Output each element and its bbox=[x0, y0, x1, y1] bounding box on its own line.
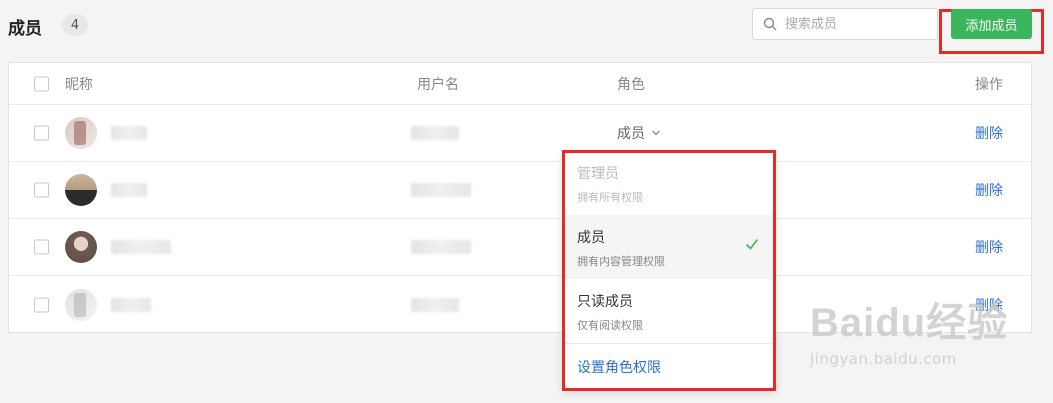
role-select[interactable]: 成员 bbox=[617, 123, 661, 143]
member-count-badge: 4 bbox=[62, 14, 88, 36]
delete-link[interactable]: 删除 bbox=[975, 295, 1003, 315]
role-option-title: 只读成员 bbox=[577, 294, 633, 310]
select-all-checkbox[interactable] bbox=[34, 76, 49, 91]
blurred-nickname bbox=[111, 126, 147, 140]
delete-link[interactable]: 删除 bbox=[975, 180, 1003, 200]
page-title: 成员 bbox=[8, 19, 42, 39]
column-header-nickname: 昵称 bbox=[65, 76, 93, 93]
avatar bbox=[65, 288, 97, 321]
avatar bbox=[65, 174, 97, 206]
blurred-nickname bbox=[111, 297, 151, 312]
watermark-url: jingyan.baidu.com bbox=[810, 350, 957, 368]
blurred-nickname bbox=[111, 183, 147, 197]
column-header-username: 用户名 bbox=[417, 76, 459, 93]
column-header-role: 角色 bbox=[617, 76, 645, 93]
row-checkbox[interactable] bbox=[34, 297, 49, 312]
role-option-desc: 拥有内容管理权限 bbox=[577, 255, 665, 268]
table-row: 成员 删除 bbox=[9, 105, 1031, 162]
table-row: 删除 bbox=[9, 219, 1031, 276]
role-option-desc: 拥有所有权限 bbox=[577, 191, 643, 204]
row-checkbox[interactable] bbox=[34, 125, 49, 141]
blurred-username bbox=[411, 297, 459, 312]
role-option-title: 成员 bbox=[577, 230, 605, 246]
role-option-readonly[interactable]: 只读成员 仅有阅读权限 bbox=[565, 279, 773, 341]
search-input[interactable] bbox=[785, 16, 925, 32]
table-header-row: 昵称 用户名 角色 操作 bbox=[9, 63, 1031, 105]
avatar bbox=[65, 117, 97, 149]
page-header: 成员 4 添加成员 bbox=[8, 0, 1045, 54]
column-header-action: 操作 bbox=[975, 76, 1003, 93]
add-member-button[interactable]: 添加成员 bbox=[951, 9, 1032, 39]
table-row: 删除 bbox=[9, 276, 1031, 333]
delete-link[interactable]: 删除 bbox=[975, 123, 1003, 143]
role-dropdown-menu: 管理员 拥有所有权限 成员 拥有内容管理权限 只读成员 仅有阅读权限 设置角色权… bbox=[562, 150, 776, 391]
blurred-username bbox=[411, 126, 459, 140]
role-option-member[interactable]: 成员 拥有内容管理权限 bbox=[565, 215, 773, 279]
role-option-desc: 仅有阅读权限 bbox=[577, 319, 643, 332]
search-icon bbox=[763, 17, 777, 31]
delete-link[interactable]: 删除 bbox=[975, 237, 1003, 257]
blurred-username bbox=[411, 240, 471, 254]
role-option-title: 管理员 bbox=[577, 166, 619, 182]
blurred-nickname bbox=[111, 240, 171, 254]
avatar bbox=[65, 231, 97, 263]
role-option-admin[interactable]: 管理员 拥有所有权限 bbox=[565, 163, 773, 217]
chevron-down-icon bbox=[652, 130, 660, 136]
check-icon bbox=[745, 239, 759, 250]
table-row: 删除 bbox=[9, 162, 1031, 219]
dropdown-divider bbox=[565, 343, 773, 344]
row-checkbox[interactable] bbox=[34, 182, 49, 198]
members-table: 昵称 用户名 角色 操作 成员 删除 删除 删除 删除 bbox=[8, 62, 1032, 333]
row-checkbox[interactable] bbox=[34, 239, 49, 255]
search-box[interactable] bbox=[752, 8, 938, 40]
role-select-value: 成员 bbox=[617, 126, 645, 142]
set-role-permissions-link[interactable]: 设置角色权限 bbox=[577, 357, 661, 377]
blurred-username bbox=[411, 183, 471, 197]
